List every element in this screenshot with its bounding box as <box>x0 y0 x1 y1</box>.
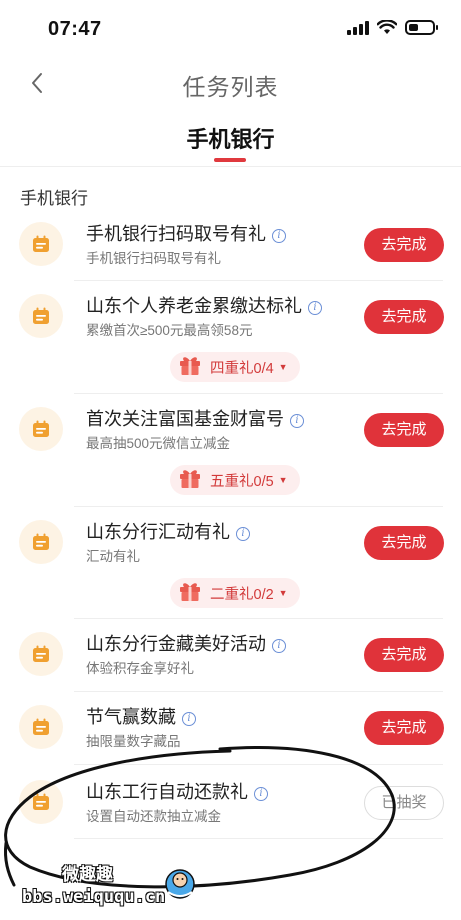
gift-progress-text: 五重礼0/5 <box>210 473 274 490</box>
task-title-text: 首次关注富国基金财富号 <box>86 409 284 429</box>
go-complete-button[interactable]: 去完成 <box>364 228 444 262</box>
info-icon[interactable]: i <box>236 527 250 541</box>
go-complete-button[interactable]: 去完成 <box>364 413 444 447</box>
page-title: 任务列表 <box>182 74 279 100</box>
task-subtitle: 最高抽500元微信立减金 <box>86 436 231 451</box>
tab-mobile-banking[interactable]: 手机银行 <box>0 122 461 154</box>
status-time: 07:47 <box>48 18 102 40</box>
task-title: 手机银行扫码取号有礼 i <box>86 220 286 246</box>
status-icons <box>347 20 438 35</box>
row-divider <box>74 506 443 507</box>
task-subtitle: 设置自动还款抽立减金 <box>86 809 221 824</box>
info-icon[interactable]: i <box>308 301 322 315</box>
task-subtitle: 汇动有礼 <box>86 549 140 564</box>
row-divider <box>74 393 443 394</box>
watermark: 微趣趣 bbs.weiququ.cn <box>22 860 195 907</box>
task-item: 山东分行金藏美好活动 i 体验积存金享好礼 去完成 <box>0 620 461 690</box>
task-title-text: 节气赢数藏 <box>86 707 176 727</box>
watermark-url: bbs.weiququ.cn <box>22 887 166 907</box>
row-divider <box>74 764 443 765</box>
tab-bar: 手机银行 <box>0 112 461 167</box>
task-subtitle: 手机银行扫码取号有礼 <box>86 251 221 266</box>
task-title-text: 山东个人养老金累缴达标礼 <box>86 296 302 316</box>
expand-arrow-icon: ▼ <box>278 362 288 372</box>
signal-icon <box>347 20 369 35</box>
task-item: 节气赢数藏 i 抽限量数字藏品 去完成 <box>0 693 461 763</box>
calendar-icon <box>19 294 63 338</box>
section-title: 手机银行 <box>20 189 88 208</box>
calendar-icon <box>19 780 63 824</box>
info-icon[interactable]: i <box>182 712 196 726</box>
row-divider <box>74 691 443 692</box>
expand-arrow-icon: ▼ <box>278 475 288 485</box>
expand-arrow-icon: ▼ <box>278 588 288 598</box>
go-complete-button[interactable]: 去完成 <box>364 526 444 560</box>
task-item: 山东分行汇动有礼 i 汇动有礼 去完成 <box>0 508 461 578</box>
task-title-text: 山东工行自动还款礼 <box>86 782 248 802</box>
info-icon[interactable]: i <box>272 639 286 653</box>
task-title: 山东分行汇动有礼 i <box>86 518 250 544</box>
gift-progress-pill[interactable]: 五重礼0/5 ▼ <box>170 465 300 495</box>
task-item: 首次关注富国基金财富号 i 最高抽500元微信立减金 去完成 <box>0 395 461 465</box>
task-title: 山东工行自动还款礼 i <box>86 778 268 804</box>
calendar-icon <box>19 705 63 749</box>
tab-indicator <box>214 158 246 162</box>
task-title-text: 山东分行金藏美好活动 <box>86 634 266 654</box>
watermark-line1: 微趣趣 <box>62 865 113 884</box>
gift-icon <box>178 354 202 381</box>
info-icon[interactable]: i <box>290 414 304 428</box>
calendar-icon <box>19 407 63 451</box>
row-divider <box>74 618 443 619</box>
task-item: 山东工行自动还款礼 i 设置自动还款抽立减金 已抽奖 <box>0 768 461 838</box>
drawn-status-button[interactable]: 已抽奖 <box>364 786 444 820</box>
gift-icon <box>178 580 202 607</box>
nav-bar: 任务列表 <box>0 60 461 106</box>
mascot-icon <box>165 869 195 899</box>
info-icon[interactable]: i <box>272 229 286 243</box>
gift-progress-pill[interactable]: 二重礼0/2 ▼ <box>170 578 300 608</box>
calendar-icon <box>19 222 63 266</box>
calendar-icon <box>19 632 63 676</box>
task-subtitle: 累缴首次≥500元最高领58元 <box>86 323 253 338</box>
task-item: 山东个人养老金累缴达标礼 i 累缴首次≥500元最高领58元 去完成 <box>0 282 461 352</box>
task-title: 首次关注富国基金财富号 i <box>86 405 304 431</box>
task-subtitle: 抽限量数字藏品 <box>86 734 181 749</box>
gift-icon <box>178 467 202 494</box>
row-divider <box>74 280 443 281</box>
task-subtitle: 体验积存金享好礼 <box>86 661 194 676</box>
gift-progress-text: 二重礼0/2 <box>210 586 274 603</box>
task-title: 山东个人养老金累缴达标礼 i <box>86 292 322 318</box>
task-title-text: 山东分行汇动有礼 <box>86 522 230 542</box>
task-title: 山东分行金藏美好活动 i <box>86 630 286 656</box>
gift-progress-pill[interactable]: 四重礼0/4 ▼ <box>170 352 300 382</box>
task-title-text: 手机银行扫码取号有礼 <box>86 224 266 244</box>
gift-progress-text: 四重礼0/4 <box>210 360 274 377</box>
task-item: 手机银行扫码取号有礼 i 手机银行扫码取号有礼 去完成 <box>0 210 461 280</box>
task-title: 节气赢数藏 i <box>86 703 196 729</box>
status-bar: 07:47 <box>0 0 461 60</box>
calendar-icon <box>19 520 63 564</box>
row-divider <box>74 838 443 839</box>
go-complete-button[interactable]: 去完成 <box>364 638 444 672</box>
go-complete-button[interactable]: 去完成 <box>364 300 444 334</box>
wifi-icon <box>377 20 397 34</box>
battery-icon <box>405 20 438 35</box>
go-complete-button[interactable]: 去完成 <box>364 711 444 745</box>
info-icon[interactable]: i <box>254 787 268 801</box>
